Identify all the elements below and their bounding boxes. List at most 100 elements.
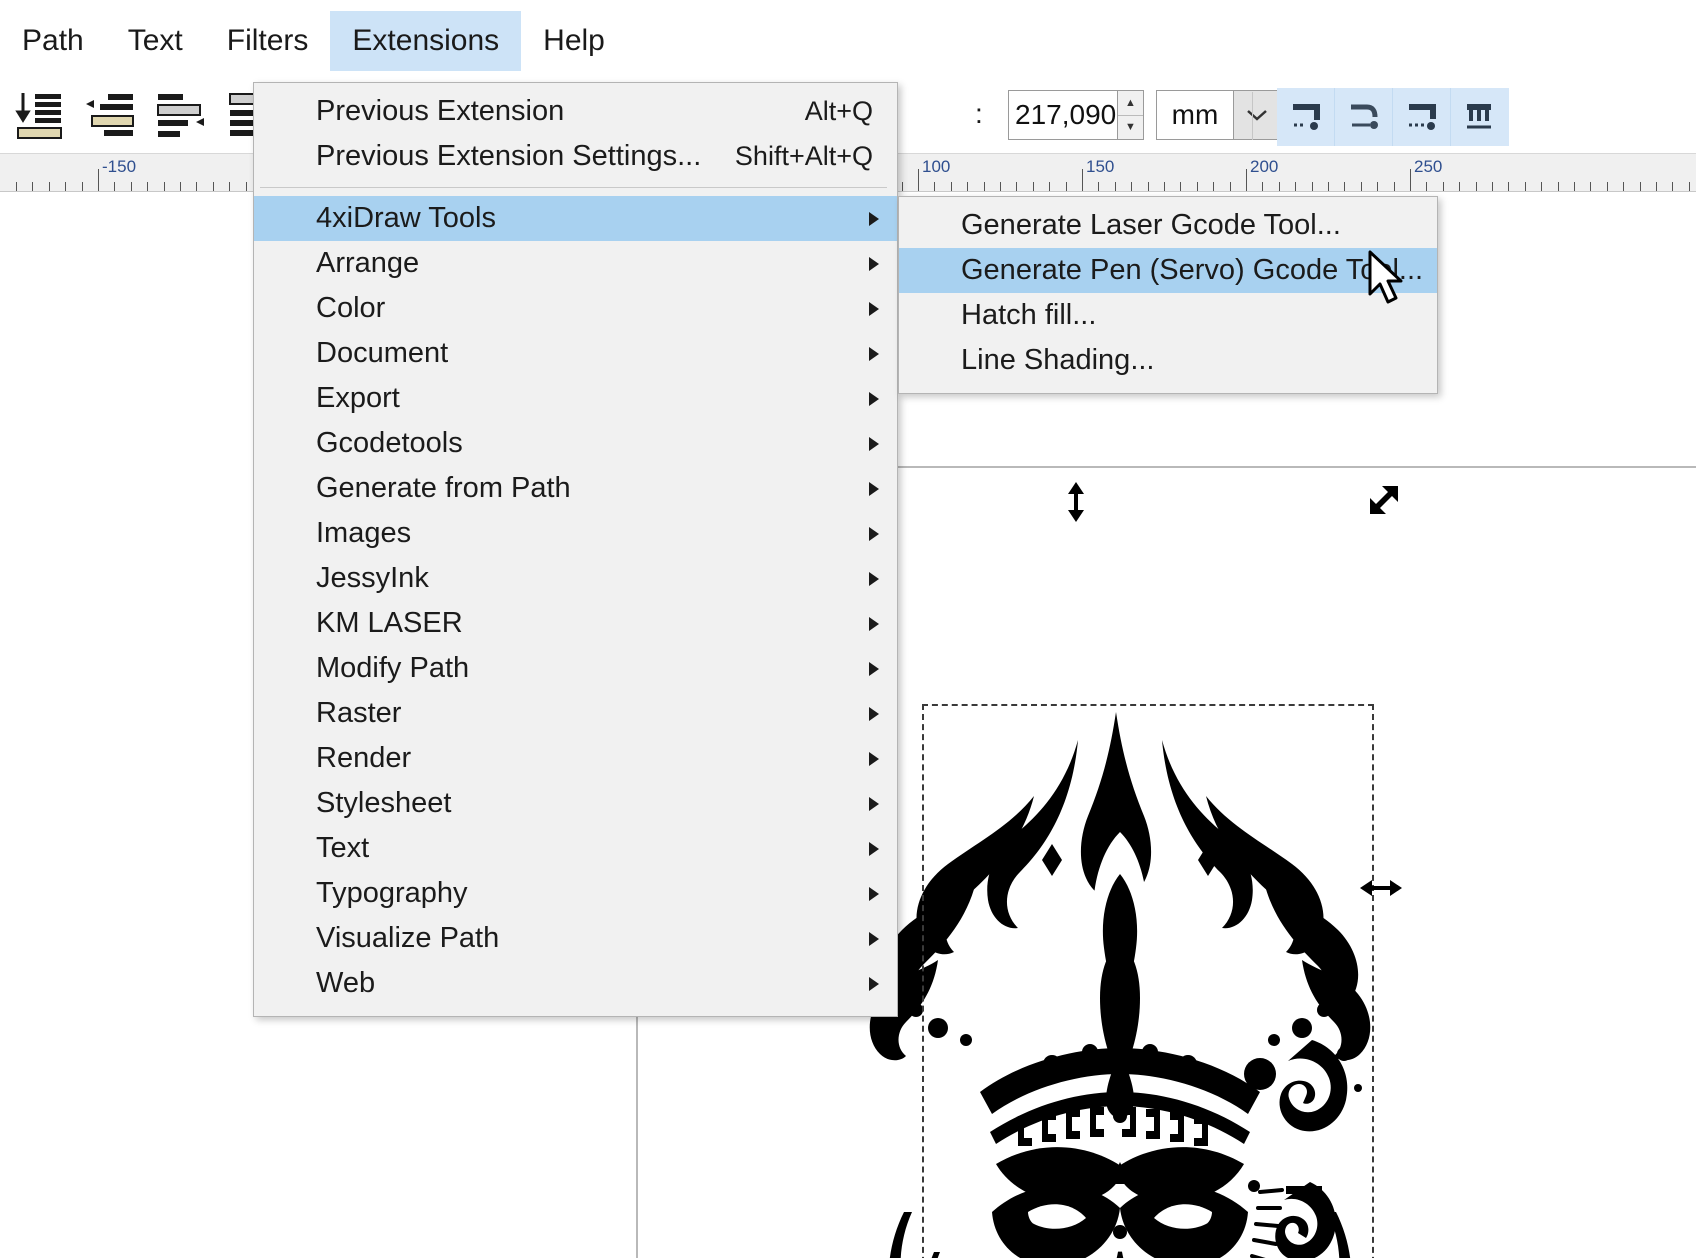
spin-down-icon[interactable]: ▼ [1118, 116, 1143, 140]
move-node-step-icon[interactable] [1393, 88, 1451, 146]
menubar-item-filters[interactable]: Filters [205, 11, 331, 71]
align-left-edges-icon[interactable] [154, 88, 208, 146]
menu-item-typography[interactable]: Typography [254, 871, 897, 916]
menu-bar: Path Text Filters Extensions Help [0, 0, 1696, 82]
menu-item-label: Web [316, 967, 376, 999]
menu-item-gcodetools[interactable]: Gcodetools [254, 421, 897, 466]
submenu-arrow-icon [869, 706, 879, 721]
toolbar-separator [1252, 92, 1253, 140]
menu-item-export[interactable]: Export [254, 376, 897, 421]
menu-item-web[interactable]: Web [254, 961, 897, 1006]
chevron-down-icon[interactable] [1233, 91, 1279, 139]
menu-item-visualize-path[interactable]: Visualize Path [254, 916, 897, 961]
unit-select[interactable]: mm [1156, 90, 1280, 140]
submenu-item-generate-laser-gcode-tool[interactable]: Generate Laser Gcode Tool... [899, 203, 1437, 248]
ruler-tick [1476, 182, 1477, 191]
move-node-right-icon[interactable] [1335, 88, 1393, 146]
menu-item-document[interactable]: Document [254, 331, 897, 376]
ruler-tick [902, 182, 903, 191]
menu-item-label: JessyInk [316, 562, 429, 594]
submenu-item-label: Line Shading... [961, 344, 1155, 376]
menu-item-generate-from-path[interactable]: Generate from Path [254, 466, 897, 511]
menu-item-km-laser[interactable]: KM LASER [254, 601, 897, 646]
menu-item-color[interactable]: Color [254, 286, 897, 331]
menubar-item-text[interactable]: Text [106, 11, 205, 71]
menu-item-jessyink[interactable]: JessyInk [254, 556, 897, 601]
4xidraw-tools-submenu: Generate Laser Gcode Tool... Generate Pe… [898, 196, 1438, 394]
ruler-tick [1541, 182, 1542, 191]
submenu-item-generate-pen-servo-gcode-tool[interactable]: Generate Pen (Servo) Gcode Tool... [899, 248, 1437, 293]
menubar-item-path[interactable]: Path [0, 11, 106, 71]
spin-up-icon[interactable]: ▲ [1118, 91, 1143, 116]
value-spin-buttons: ▲ ▼ [1118, 90, 1144, 140]
submenu-arrow-icon [869, 256, 879, 271]
submenu-item-hatch-fill[interactable]: Hatch fill... [899, 293, 1437, 338]
ruler-tick [65, 182, 66, 191]
menu-item-stylesheet[interactable]: Stylesheet [254, 781, 897, 826]
menu-item-accelerator: Shift+Alt+Q [734, 141, 873, 171]
submenu-arrow-icon [869, 931, 879, 946]
ruler-tick [1082, 169, 1083, 191]
submenu-arrow-icon [869, 436, 879, 451]
menu-item-arrange[interactable]: Arrange [254, 241, 897, 286]
ruler-tick [1558, 182, 1559, 191]
menu-item-label: Render [316, 742, 412, 774]
ruler-tick [1148, 182, 1149, 191]
menu-item-label: Visualize Path [316, 922, 500, 954]
menu-item-raster[interactable]: Raster [254, 691, 897, 736]
ruler-label: 150 [1086, 157, 1115, 176]
menu-item-label: 4xiDraw Tools [316, 202, 496, 234]
submenu-arrow-icon [869, 481, 879, 496]
resize-vertical-handle[interactable] [1062, 482, 1090, 522]
value-field-label: : [975, 98, 983, 129]
ruler-tick [1443, 182, 1444, 191]
menu-item-previous-extension[interactable]: Previous Extension Alt+Q [254, 89, 897, 134]
menu-separator [260, 187, 887, 188]
menu-item-text[interactable]: Text [254, 826, 897, 871]
ruler-tick [196, 182, 197, 191]
ruler-tick [1131, 182, 1132, 191]
ruler-tick [1230, 182, 1231, 191]
resize-horizontal-handle[interactable] [1360, 874, 1402, 902]
ruler-tick [1000, 182, 1001, 191]
submenu-arrow-icon [869, 616, 879, 631]
menu-item-previous-extension-settings[interactable]: Previous Extension Settings... Shift+Alt… [254, 134, 897, 179]
menu-item-label: Raster [316, 697, 402, 729]
menu-item-label: Gcodetools [316, 427, 463, 459]
submenu-arrow-icon [869, 526, 879, 541]
move-node-down-icon[interactable] [1277, 88, 1335, 146]
menu-item-label: KM LASER [316, 607, 463, 639]
resize-diagonal-handle[interactable] [1366, 484, 1400, 518]
move-node-last-icon[interactable] [1451, 88, 1509, 146]
ruler-tick [1361, 182, 1362, 191]
ruler-tick [131, 182, 132, 191]
menubar-item-help[interactable]: Help [521, 11, 627, 71]
selection-bounding-box[interactable] [922, 704, 1374, 1258]
submenu-arrow-icon [869, 886, 879, 901]
ruler-tick [1066, 182, 1067, 191]
value-input[interactable]: 217,090 [1008, 90, 1118, 140]
menu-item-modify-path[interactable]: Modify Path [254, 646, 897, 691]
submenu-item-line-shading[interactable]: Line Shading... [899, 338, 1437, 383]
align-bottom-edges-icon[interactable] [10, 88, 64, 146]
menu-item-label: Images [316, 517, 412, 549]
submenu-item-label: Generate Laser Gcode Tool... [961, 209, 1341, 241]
submenu-arrow-icon [869, 391, 879, 406]
menubar-item-extensions[interactable]: Extensions [330, 11, 522, 71]
inkscape-window: Path Text Filters Extensions Help: 217,… [0, 0, 1696, 1258]
ruler-tick [1525, 182, 1526, 191]
ruler-tick [1689, 182, 1690, 191]
menu-item-images[interactable]: Images [254, 511, 897, 556]
node-tool-button-group [1277, 88, 1509, 146]
submenu-arrow-icon [869, 301, 879, 316]
menu-item-4xidraw-tools[interactable]: 4xiDraw Tools [254, 196, 897, 241]
ruler-tick [114, 182, 115, 191]
submenu-arrow-icon [869, 346, 879, 361]
ruler-tick [180, 182, 181, 191]
ruler-tick [1607, 182, 1608, 191]
ruler-tick [1180, 182, 1181, 191]
menu-item-render[interactable]: Render [254, 736, 897, 781]
align-right-edges-icon[interactable] [82, 88, 136, 146]
ruler-tick [1328, 182, 1329, 191]
ruler-tick [1016, 182, 1017, 191]
